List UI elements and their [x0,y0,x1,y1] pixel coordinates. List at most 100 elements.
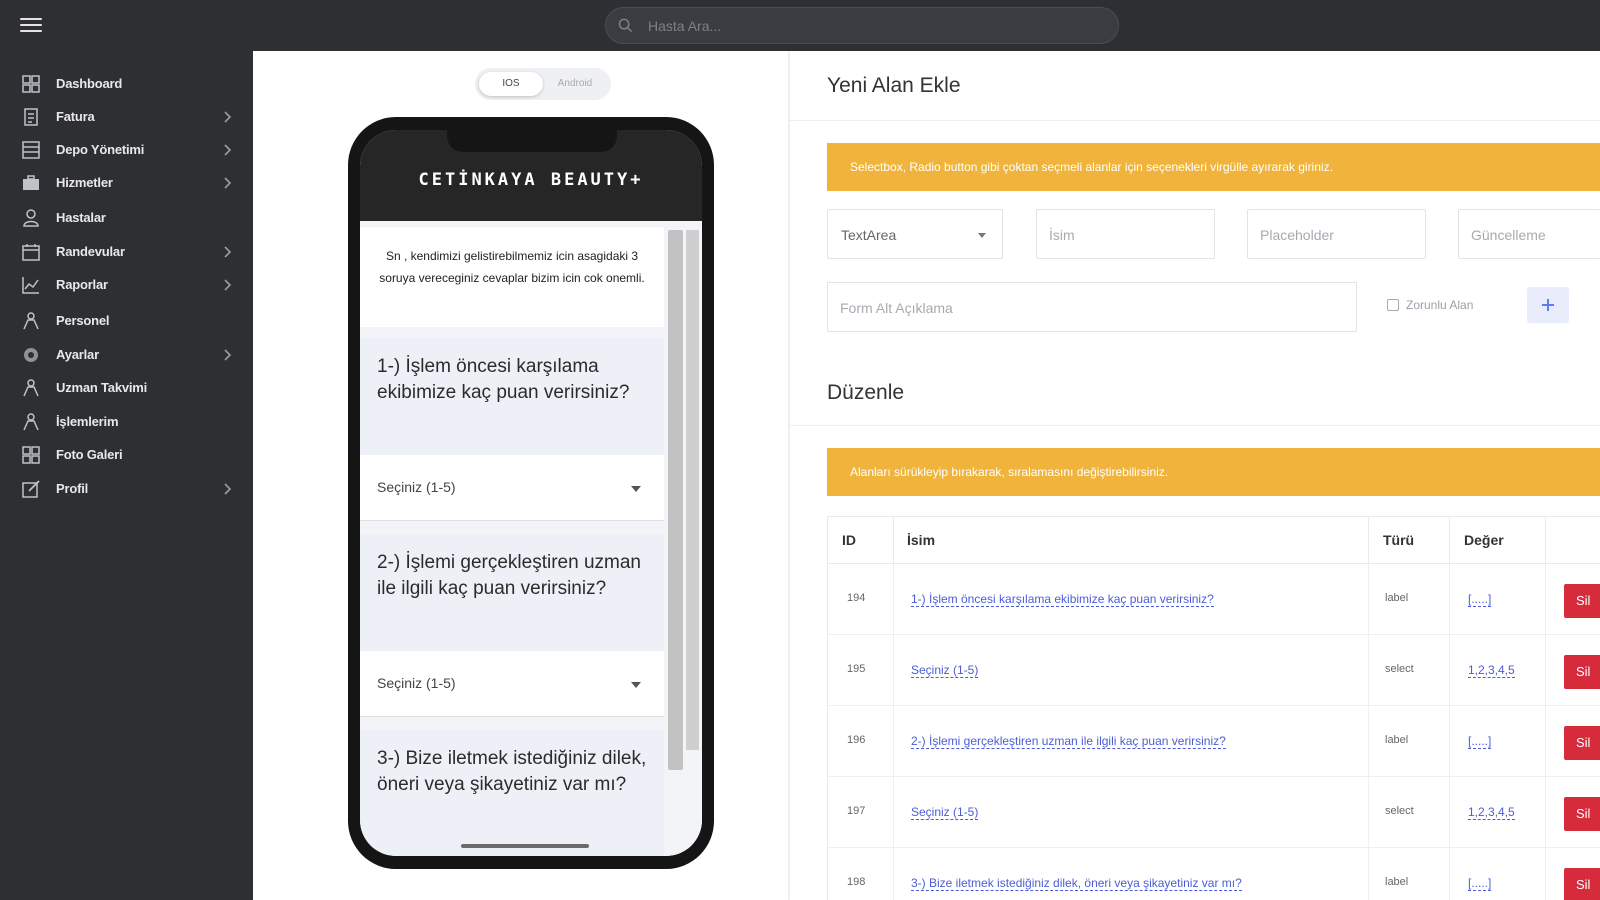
row-id: 196 [847,734,866,746]
required-checkbox[interactable] [1387,299,1399,311]
sidebar-item-label: Personel [56,313,110,328]
question-1: 1-) İşlem öncesi karşılama ekibimize kaç… [360,338,664,455]
row-value-link[interactable]: 1,2,3,4,5 [1468,805,1515,820]
staff-icon [23,312,39,330]
hamburger-menu-icon[interactable] [18,14,44,38]
delete-button[interactable]: Sil [1564,655,1600,689]
fields-table: ID İsim Türü Değer 194 1-) İşlem öncesi … [827,516,1600,900]
patient-search[interactable] [605,7,1119,44]
column-header-id: ID [828,517,894,564]
sidebar-item-label: Depo Yönetimi [56,142,145,157]
profile-edit-icon [22,480,40,498]
placeholder-input[interactable] [1260,224,1413,246]
caret-down-icon [978,233,986,238]
placeholder-field[interactable] [1247,209,1426,259]
search-input[interactable] [648,15,1098,37]
sidebar: Dashboard Fatura Depo Yönetimi Hizmetler… [0,51,253,900]
field-type-select[interactable]: TextArea [827,209,1003,259]
phone-scrollbar-rail [686,230,699,750]
delete-button[interactable]: Sil [1564,868,1600,900]
choices-info-alert: Selectbox, Radio button gibi çoktan seçm… [827,143,1600,191]
delete-button[interactable]: Sil [1564,797,1600,831]
warehouse-icon [22,141,40,159]
table-row[interactable]: 194 1-) İşlem öncesi karşılama ekibimize… [828,564,1600,635]
settings-icon [24,348,38,362]
platform-toggle[interactable]: IOS Android [475,68,611,100]
delete-button[interactable]: Sil [1564,584,1600,618]
sidebar-item-hastalar[interactable]: Hastalar [0,203,253,233]
sidebar-item-label: Dashboard [56,76,123,91]
chevron-right-icon [224,177,232,189]
invoice-icon [24,108,38,126]
sidebar-item-randevular[interactable]: Randevular [0,237,253,267]
table-row[interactable]: 195 Seçiniz (1-5) select 1,2,3,4,5 Sil [828,635,1600,706]
row-type: label [1385,876,1409,888]
question-2-select[interactable]: Seçiniz (1-5) [360,651,664,717]
name-field[interactable] [1036,209,1215,259]
chevron-right-icon [224,144,232,156]
sidebar-item-label: Foto Galeri [56,447,123,462]
description-field[interactable] [827,282,1357,332]
sidebar-item-hizmetler[interactable]: Hizmetler [0,168,253,198]
question-2: 2-) İşlemi gerçekleştiren uzman ile ilgi… [360,534,664,651]
sidebar-item-personel[interactable]: Personel [0,306,253,336]
row-name-link[interactable]: 3-) Bize iletmek istediğiniz dilek, öner… [911,876,1242,891]
sidebar-item-label: Raporlar [56,277,108,292]
row-name-link[interactable]: 1-) İşlem öncesi karşılama ekibimize kaç… [911,592,1214,607]
sidebar-item-ayarlar[interactable]: Ayarlar [0,340,253,370]
row-value-link[interactable]: [.....] [1468,876,1492,891]
top-bar [0,0,1600,51]
caret-down-icon [631,682,641,688]
row-id: 197 [847,805,866,817]
row-value-link[interactable]: [.....] [1468,592,1492,607]
sidebar-item-label: Profil [56,481,89,496]
select-placeholder: Seçiniz (1-5) [377,479,456,495]
required-label: Zorunlu Alan [1406,298,1474,312]
toggle-android[interactable]: Android [543,72,607,96]
search-icon [618,18,633,33]
phone-screen: CETİNKAYA BEAUTY+ Sn , kendimizi gelisti… [360,130,702,856]
sidebar-item-label: Randevular [56,244,125,259]
row-name-link[interactable]: Seçiniz (1-5) [911,805,979,820]
row-id: 194 [847,592,866,604]
gallery-icon [22,446,40,464]
sidebar-item-dashboard[interactable]: Dashboard [0,69,253,99]
sidebar-item-depo[interactable]: Depo Yönetimi [0,135,253,165]
table-row[interactable]: 197 Seçiniz (1-5) select 1,2,3,4,5 Sil [828,777,1600,848]
sidebar-item-raporlar[interactable]: Raporlar [0,270,253,300]
name-input[interactable] [1049,224,1202,246]
row-name-link[interactable]: Seçiniz (1-5) [911,663,979,678]
row-value-link[interactable]: 1,2,3,4,5 [1468,663,1515,678]
home-indicator [461,844,589,848]
row-value-link[interactable]: [.....] [1468,734,1492,749]
tasks-icon [23,413,39,431]
column-header-actions [1546,517,1600,564]
table-row[interactable]: 196 2-) İşlemi gerçekleştiren uzman ile … [828,706,1600,777]
sidebar-item-profil[interactable]: Profil [0,474,253,504]
update-input[interactable] [1471,224,1588,246]
update-field[interactable] [1458,209,1600,259]
row-name-link[interactable]: 2-) İşlemi gerçekleştiren uzman ile ilgi… [911,734,1226,749]
row-type: label [1385,734,1409,746]
column-header-name: İsim [894,517,1369,564]
phone-scrollbar-thumb[interactable] [668,230,683,770]
toggle-ios[interactable]: IOS [479,72,543,96]
patient-icon [23,209,39,227]
field-type-value: TextArea [841,227,897,243]
sidebar-item-uzman-takvimi[interactable]: Uzman Takvimi [0,373,253,403]
description-input[interactable] [840,297,1344,319]
add-field-button[interactable] [1527,287,1569,323]
select-placeholder: Seçiniz (1-5) [377,675,456,691]
sidebar-item-label: İşlemlerim [56,414,119,429]
table-row[interactable]: 198 3-) Bize iletmek istediğiniz dilek, … [828,848,1600,900]
question-1-select[interactable]: Seçiniz (1-5) [360,455,664,521]
sidebar-item-fatura[interactable]: Fatura [0,102,253,132]
row-id: 198 [847,876,866,888]
delete-button[interactable]: Sil [1564,726,1600,760]
sidebar-item-label: Uzman Takvimi [56,380,148,395]
sidebar-item-foto-galeri[interactable]: Foto Galeri [0,440,253,470]
survey-intro: Sn , kendimizi gelistirebilmemiz icin as… [360,227,664,327]
sidebar-item-label: Hastalar [56,210,106,225]
calendar-icon [22,244,40,261]
sidebar-item-islemlerim[interactable]: İşlemlerim [0,407,253,437]
